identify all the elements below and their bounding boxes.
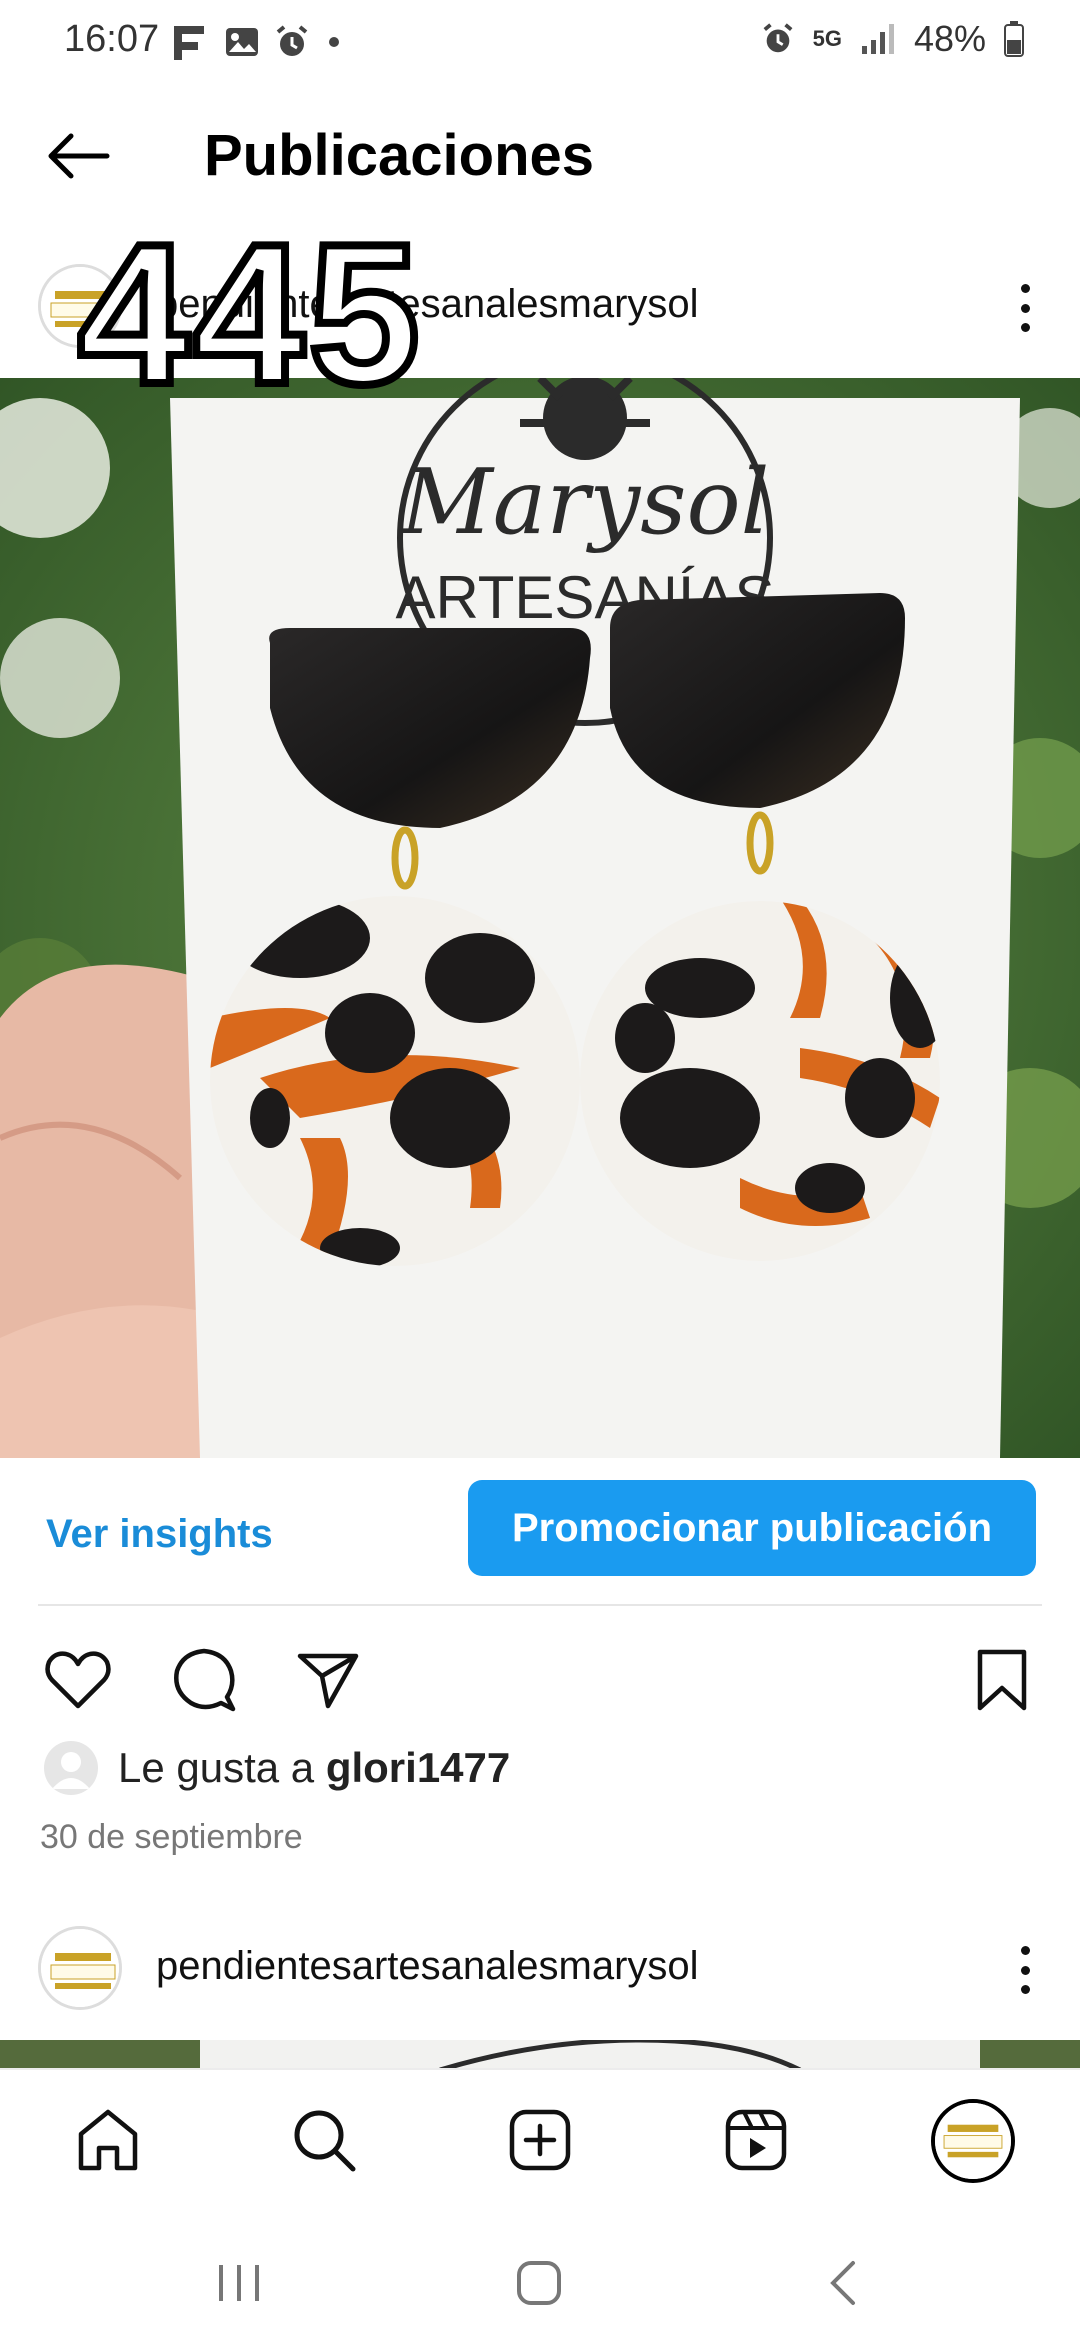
post-actions [0, 1630, 1080, 1740]
bottom-nav [0, 2068, 1080, 2218]
home-icon [78, 2109, 138, 2171]
image-icon [226, 28, 258, 56]
save-button[interactable] [962, 1640, 1042, 1720]
bookmark-icon [977, 1649, 1027, 1711]
send-icon [297, 1653, 359, 1709]
back-button[interactable] [38, 116, 118, 196]
system-nav [0, 2218, 1080, 2340]
recents-button[interactable] [204, 2248, 274, 2318]
battery-percent: 48% [913, 18, 986, 59]
nav-search[interactable] [284, 2100, 364, 2180]
overlay-count: 445 [74, 203, 424, 426]
avatar[interactable] [38, 1926, 122, 2010]
alarm-icon [763, 23, 793, 53]
earrings-photo: Marysol ARTESANÍAS [0, 378, 1080, 1458]
more-dot-icon [1020, 1946, 1030, 1955]
post-date: 30 de septiembre [40, 1818, 303, 1856]
status-right-icons: 5G 48% [761, 18, 1024, 60]
arrow-left-icon [48, 133, 110, 179]
status-time: 16:07 [64, 18, 160, 60]
more-options-button[interactable] [1010, 276, 1040, 340]
more-options-button[interactable] [1010, 1938, 1040, 2002]
back-system-button[interactable] [808, 2248, 878, 2318]
more-dot-icon [1020, 323, 1030, 332]
flipboard-icon [174, 26, 204, 60]
top-bar: Publicaciones [0, 96, 1080, 216]
likes-prefix: Le gusta a [118, 1744, 326, 1791]
divider [38, 1604, 1042, 1606]
post-username[interactable]: pendientesartesanalesmarysol [156, 1944, 699, 1989]
next-post-photo [0, 2040, 1080, 2070]
status-bar: 16:07 5G 48% [0, 0, 1080, 84]
page-title: Publicaciones [204, 123, 595, 188]
likes-text: Le gusta a glori1477 [118, 1744, 510, 1792]
nav-create[interactable] [500, 2100, 580, 2180]
home-button-icon [517, 2261, 561, 2305]
more-dot-icon [1020, 1965, 1030, 1975]
home-system-button[interactable] [504, 2248, 574, 2318]
nav-reels[interactable] [716, 2100, 796, 2180]
more-dot-icon [1020, 303, 1030, 313]
heart-icon [45, 1651, 111, 1709]
nav-profile[interactable] [928, 2096, 1018, 2186]
default-avatar-icon [52, 1752, 90, 1789]
reels-icon [725, 2109, 787, 2171]
next-post-image-peek[interactable] [0, 2040, 1080, 2070]
search-icon [294, 2110, 356, 2172]
insights-row: Ver insights Promocionar publicación [0, 1460, 1080, 1600]
comment-icon [174, 1648, 236, 1712]
alarm-icon [276, 25, 308, 56]
comment-button[interactable] [164, 1640, 244, 1720]
more-dot-icon [1020, 1985, 1030, 1994]
back-icon [830, 2261, 855, 2305]
profile-avatar [931, 2099, 1015, 2183]
liker-avatar [44, 1741, 98, 1795]
brand-logo-icon [41, 1929, 119, 2007]
signal-icon [861, 24, 894, 54]
promote-button[interactable]: Promocionar publicación [468, 1480, 1036, 1576]
likes-row[interactable]: Le gusta a glori1477 [44, 1740, 510, 1796]
next-post-header: pendientesartesanalesmarysol [0, 1910, 1080, 2040]
battery-icon [1004, 21, 1024, 57]
likes-user[interactable]: glori1477 [326, 1744, 510, 1791]
view-insights-link[interactable]: Ver insights [46, 1512, 273, 1557]
like-button[interactable] [38, 1640, 118, 1720]
brand-logo-icon [935, 2103, 1011, 2179]
post-image[interactable]: Marysol ARTESANÍAS [0, 378, 1080, 1458]
add-post-icon [509, 2109, 571, 2171]
more-dot-icon [1020, 284, 1030, 293]
nav-home[interactable] [68, 2100, 148, 2180]
image-logo-title: Marysol [399, 450, 770, 555]
share-button[interactable] [288, 1640, 368, 1720]
dot-icon [329, 37, 339, 47]
network-type: 5G [812, 26, 842, 51]
status-left-icons [170, 22, 344, 62]
recents-icon [219, 2265, 259, 2301]
